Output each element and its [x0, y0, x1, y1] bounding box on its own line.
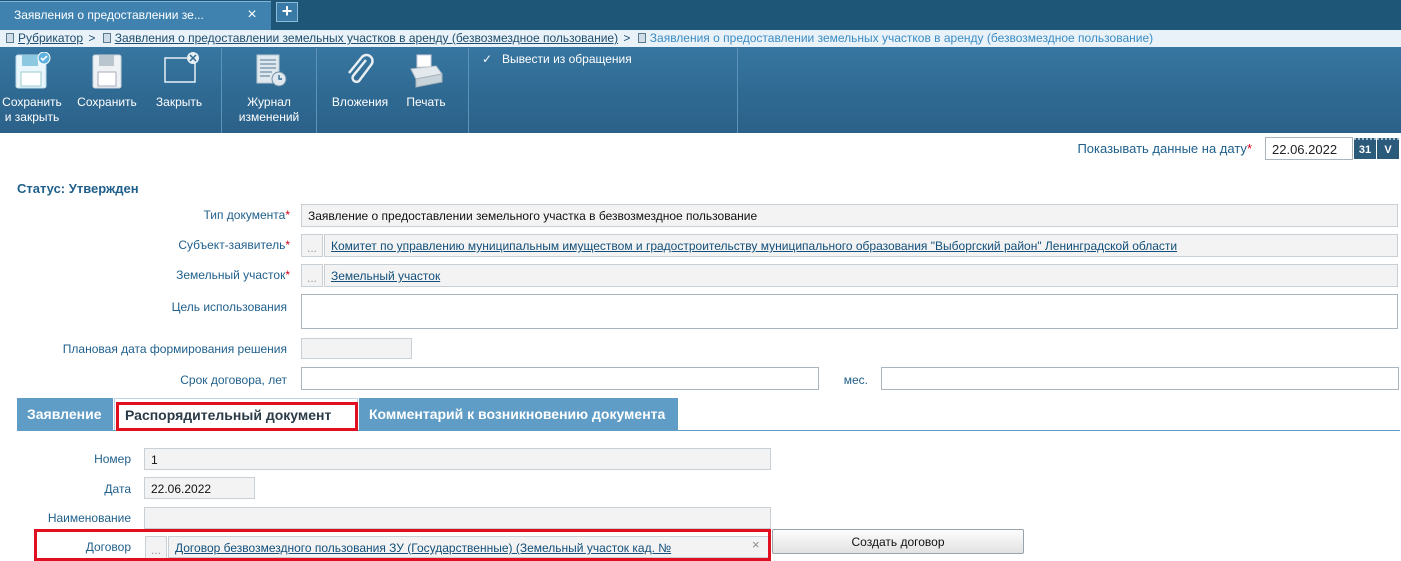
toolbar-divider	[737, 48, 738, 133]
breadcrumb-level1-link[interactable]: Заявления о предоставлении земельных уча…	[115, 31, 618, 45]
date-label: Дата	[104, 482, 131, 496]
toolbar-divider	[221, 48, 222, 133]
parcel-field[interactable]: Земельный участок	[324, 264, 1398, 287]
toolbar-divider	[316, 48, 317, 133]
required-mark: *	[1246, 141, 1252, 156]
journal-label-2: изменений	[238, 110, 300, 124]
save-and-close-button[interactable]: Сохранить и закрыть	[0, 51, 64, 125]
list-icon	[102, 33, 111, 43]
change-journal-button[interactable]: Журнал изменений	[232, 52, 306, 125]
date-field[interactable]: 22.06.2022	[144, 477, 255, 499]
document-tab-title: Заявления о предоставлении зе...	[14, 8, 204, 22]
applicant-label: Субъект-заявитель*	[60, 238, 290, 252]
breadcrumb-separator: >	[88, 31, 96, 45]
planned-date-field[interactable]	[301, 338, 412, 359]
term-months-label: мес.	[843, 373, 868, 387]
save-icon	[87, 52, 127, 92]
applicant-link[interactable]: Комитет по управлению муниципальным имущ…	[331, 239, 1177, 253]
parcel-link[interactable]: Земельный участок	[331, 269, 440, 283]
print-button[interactable]: Печать	[400, 52, 452, 110]
purpose-label: Цель использования	[171, 300, 287, 314]
rubricator-icon	[6, 33, 14, 43]
term-months-field[interactable]	[881, 367, 1399, 390]
status-label: Статус: Утвержден	[17, 181, 139, 196]
doc-type-field[interactable]: Заявление о предоставлении земельного уч…	[301, 204, 1398, 227]
required-mark: *	[285, 238, 290, 252]
parcel-label-text: Земельный участок	[176, 268, 286, 282]
toolbar-divider	[468, 48, 469, 133]
breadcrumb-separator: >	[623, 31, 631, 45]
attachments-button[interactable]: Вложения	[329, 52, 391, 110]
parcel-select-button[interactable]: ...	[301, 264, 323, 287]
name-field[interactable]	[144, 507, 771, 529]
applicant-field[interactable]: Комитет по управлению муниципальным имущ…	[324, 234, 1398, 257]
document-tab[interactable]: Заявления о предоставлении зе... ×	[0, 1, 271, 30]
withdraw-label: Вывести из обращения	[502, 52, 632, 66]
chevron-down-icon[interactable]: V	[1377, 138, 1399, 159]
contract-highlight-box	[34, 529, 771, 561]
planned-date-label: Плановая дата формирования решения	[62, 342, 287, 356]
withdraw-action[interactable]: ✓ Вывести из обращения	[482, 52, 632, 66]
tab-application[interactable]: Заявление	[17, 398, 113, 430]
breadcrumb: Рубрикатор > Заявления о предоставлении …	[0, 30, 1401, 47]
journal-label-1: Журнал	[247, 95, 291, 109]
doc-type-label: Тип документа*	[60, 208, 290, 222]
document-icon	[637, 33, 646, 43]
create-contract-button[interactable]: Создать договор	[772, 529, 1024, 554]
date-filter-label-text: Показывать данные на дату	[1077, 141, 1247, 156]
close-window-icon	[159, 52, 199, 92]
date-filter-input[interactable]: 22.06.2022	[1265, 137, 1353, 160]
document-tab-bar: Заявления о предоставлении зе... × +	[0, 0, 1401, 30]
breadcrumb-current: Заявления о предоставлении земельных уча…	[649, 31, 1154, 45]
print-label: Печать	[406, 95, 446, 109]
date-filter-label: Показывать данные на дату*	[1040, 141, 1252, 156]
printer-icon	[406, 52, 446, 92]
name-label: Наименование	[47, 511, 131, 525]
number-field[interactable]: 1	[144, 448, 771, 470]
number-label: Номер	[94, 452, 131, 466]
required-mark: *	[285, 268, 290, 282]
close-button[interactable]: Закрыть	[152, 52, 206, 110]
doc-type-label-text: Тип документа	[203, 208, 286, 222]
breadcrumb-root-link[interactable]: Рубрикатор	[18, 31, 83, 45]
checkmark-icon: ✓	[482, 52, 493, 66]
save-and-close-icon	[12, 51, 52, 92]
parcel-label: Земельный участок*	[60, 268, 290, 282]
term-years-field[interactable]	[301, 367, 819, 390]
required-mark: *	[285, 208, 290, 222]
tab-comment[interactable]: Комментарий к возникновению документа	[359, 398, 678, 430]
term-years-label: Срок договора, лет	[180, 373, 287, 387]
add-tab-icon[interactable]: +	[276, 2, 298, 22]
applicant-select-button[interactable]: ...	[301, 234, 323, 257]
save-and-close-label-1: Сохранить	[2, 95, 62, 109]
save-and-close-label-2: и закрыть	[4, 110, 60, 124]
save-button[interactable]: Сохранить	[74, 52, 140, 110]
purpose-field[interactable]	[301, 294, 1398, 329]
paperclip-icon	[340, 52, 380, 92]
attachments-label: Вложения	[331, 95, 389, 109]
close-tab-icon[interactable]: ×	[243, 5, 261, 25]
tab-highlight-box	[116, 402, 358, 431]
ribbon-toolbar: Рубрикатор > Заявления о предоставлении …	[0, 30, 1401, 133]
calendar-icon[interactable]: 31	[1354, 138, 1376, 159]
save-label: Сохранить	[77, 95, 137, 109]
close-label: Закрыть	[155, 95, 203, 109]
journal-icon	[249, 52, 289, 92]
applicant-label-text: Субъект-заявитель	[178, 238, 286, 252]
